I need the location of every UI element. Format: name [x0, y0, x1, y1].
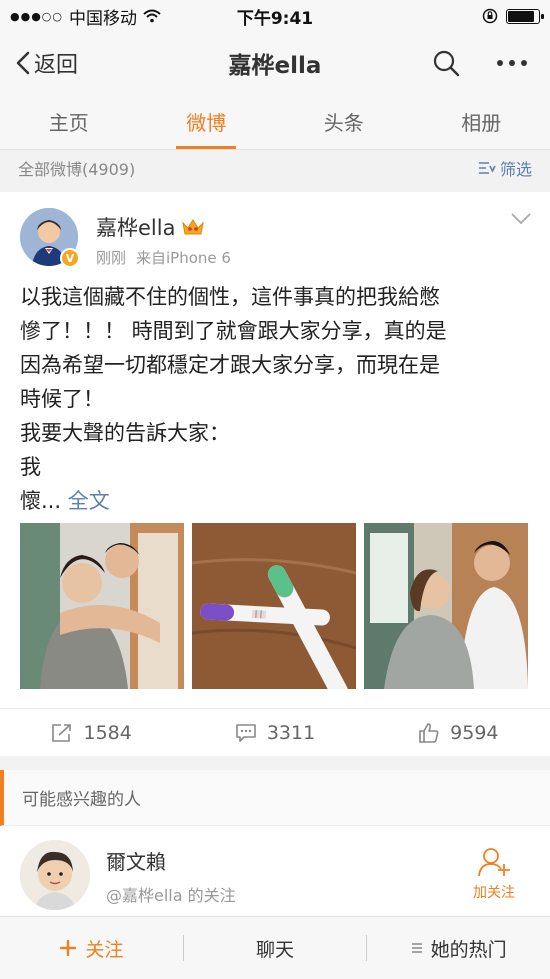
- tab-headlines[interactable]: 头条: [275, 94, 413, 149]
- suggested-user-name[interactable]: 爾文賴: [106, 846, 166, 875]
- page-title: 嘉桦ella: [228, 53, 322, 79]
- post-photo[interactable]: [192, 523, 356, 689]
- her-hot-posts-button[interactable]: 她的热门: [367, 935, 550, 962]
- avatar[interactable]: [20, 840, 90, 910]
- suggested-user-reason: @嘉桦ella 的关注: [106, 886, 236, 905]
- nav-bar: 返回 嘉桦ella: [0, 32, 550, 94]
- post-text-line: 我要大聲的告訴大家：: [20, 421, 230, 445]
- chat-button[interactable]: 聊天: [184, 935, 367, 962]
- status-right: [482, 8, 544, 24]
- status-left: ●●●○○ 中国移动: [10, 4, 482, 29]
- verified-badge-icon: V: [60, 248, 80, 268]
- like-button[interactable]: 9594: [367, 709, 550, 756]
- photo-grid: [20, 523, 528, 689]
- her-hot-posts-label: 她的热门: [430, 938, 507, 961]
- tab-weibo[interactable]: 微博: [138, 94, 276, 149]
- post-text-line: 慘了！！！ 時間到了就會跟大家分享，真的是: [20, 319, 447, 343]
- post-time: 刚刚: [96, 249, 127, 267]
- filter-button[interactable]: 筛选: [478, 156, 532, 180]
- follow-button[interactable]: 关注: [0, 935, 183, 962]
- back-button[interactable]: 返回: [0, 47, 120, 79]
- post-header: V 嘉桦ella 刚刚 来自iPhone 6: [0, 192, 550, 276]
- status-bar: ●●●○○ 中国移动 下午9:41: [0, 0, 550, 32]
- tab-home[interactable]: 主页: [0, 94, 138, 149]
- post-author-name: 嘉桦ella: [96, 216, 176, 240]
- battery-icon: [506, 8, 544, 24]
- post-card: V 嘉桦ella 刚刚 来自iPhone 6 以我這個藏不住的個性，這件事真的把…: [0, 192, 550, 756]
- thumbs-up-icon: [419, 722, 439, 743]
- comment-icon: [236, 723, 256, 742]
- post-text-line: 因為希望一切都穩定才跟大家分享，而現在是: [20, 353, 440, 377]
- menu-icon: [411, 943, 422, 953]
- wifi-icon: [143, 9, 161, 23]
- tab-album[interactable]: 相册: [413, 94, 550, 149]
- back-label: 返回: [34, 53, 79, 78]
- post-actions: 1584 3311 9594: [0, 708, 550, 756]
- filter-label: 筛选: [499, 160, 532, 179]
- plus-icon: [60, 939, 77, 957]
- comment-button[interactable]: 3311: [183, 709, 366, 756]
- post-text-last-line: 懷... 全文: [20, 484, 530, 518]
- profile-tabs: 主页 微博 头条 相册: [0, 94, 550, 150]
- follow-label: 关注: [85, 938, 124, 961]
- post-count-bar: 全部微博(4909) 筛选: [0, 150, 550, 186]
- post-author[interactable]: 嘉桦ella: [96, 212, 205, 242]
- like-count: 9594: [450, 721, 499, 744]
- post-text: 以我這個藏不住的個性，這件事真的把我給憋 慘了！！！ 時間到了就會跟大家分享，真…: [20, 280, 530, 518]
- filter-icon: [478, 162, 496, 174]
- full-text-link[interactable]: 全文: [68, 489, 110, 513]
- add-follow-button[interactable]: 加关注: [464, 846, 524, 902]
- avatar-image: [20, 840, 90, 910]
- signal-strength-icon: ●●●○○: [10, 9, 63, 23]
- nav-actions: [430, 49, 550, 77]
- suggested-users-title: 可能感兴趣的人: [0, 770, 550, 826]
- post-text-truncated: 懷...: [20, 489, 62, 513]
- post-text-line: 時候了！: [20, 387, 104, 411]
- post-source: 来自iPhone 6: [136, 249, 231, 267]
- post-meta: 刚刚 来自iPhone 6: [96, 247, 231, 268]
- chat-label: 聊天: [256, 938, 295, 961]
- comment-count: 3311: [266, 721, 316, 744]
- more-icon[interactable]: [496, 59, 528, 67]
- bottom-toolbar: 关注 聊天 她的热门: [0, 916, 550, 979]
- repost-count: 1584: [83, 721, 132, 744]
- post-photo[interactable]: [20, 523, 184, 689]
- post-text-line: 我: [20, 455, 41, 479]
- repost-icon: [52, 723, 72, 742]
- chevron-down-icon[interactable]: [510, 212, 532, 226]
- chevron-left-icon: [16, 51, 30, 75]
- post-count: 全部微博(4909): [18, 160, 136, 179]
- suggested-user-row[interactable]: 爾文賴 @嘉桦ella 的关注 加关注: [0, 826, 550, 916]
- vip-crown-icon: [182, 219, 205, 235]
- post-text-line: 以我這個藏不住的個性，這件事真的把我給憋: [20, 285, 440, 309]
- search-icon[interactable]: [432, 49, 460, 77]
- battery-fill: [508, 10, 534, 22]
- post-photo[interactable]: [364, 523, 528, 689]
- add-user-icon: [478, 848, 510, 877]
- add-follow-label: 加关注: [473, 885, 515, 901]
- repost-button[interactable]: 1584: [0, 709, 183, 756]
- carrier-name: 中国移动: [69, 8, 137, 29]
- suggested-users: 可能感兴趣的人 爾文賴 @嘉桦ella 的关注 加关注: [0, 770, 550, 916]
- orientation-lock-icon: [482, 8, 498, 24]
